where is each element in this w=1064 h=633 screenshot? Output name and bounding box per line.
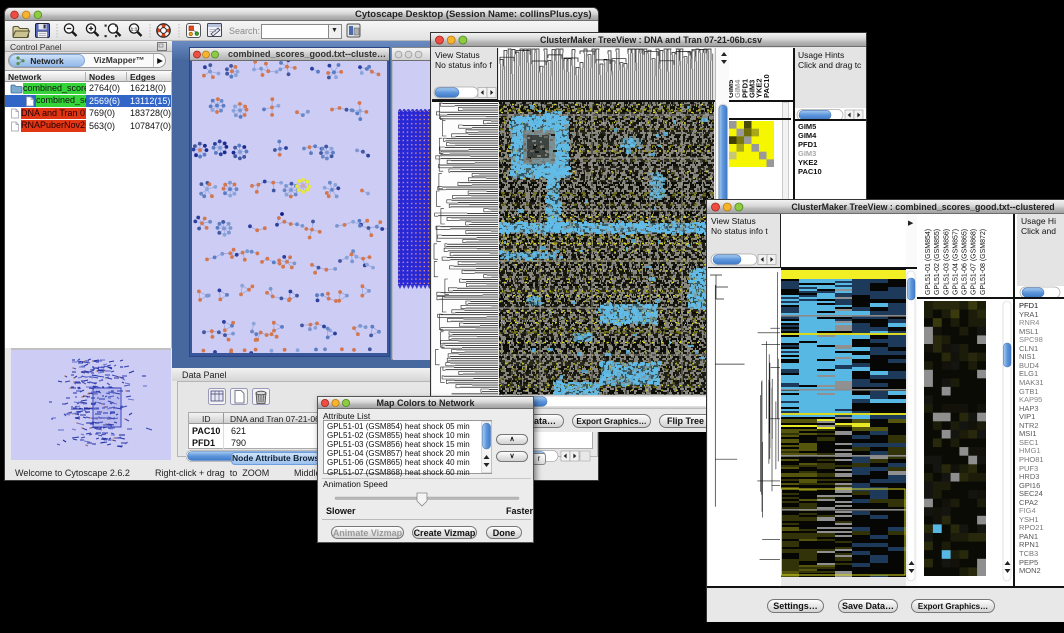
svg-text:GPL51-08 (GSM872): GPL51-08 (GSM872) <box>980 229 987 295</box>
svg-text:1:1: 1:1 <box>131 27 138 32</box>
svg-text:GPL51-07 (GSM868): GPL51-07 (GSM868) <box>971 229 978 295</box>
svg-text:GPL51-03 (GSM856): GPL51-03 (GSM856) <box>943 229 950 295</box>
svg-text:GPL51-06 (GSM865): GPL51-06 (GSM865) <box>962 229 969 295</box>
svg-text:GPL51-01 (GSM854): GPL51-01 (GSM854) <box>925 229 932 295</box>
svg-text:GPL51-02 (GSM855): GPL51-02 (GSM855) <box>934 229 941 295</box>
svg-text:PAC10: PAC10 <box>762 74 771 98</box>
svg-text:GPL51-04 (GSM857): GPL51-04 (GSM857) <box>952 229 959 295</box>
